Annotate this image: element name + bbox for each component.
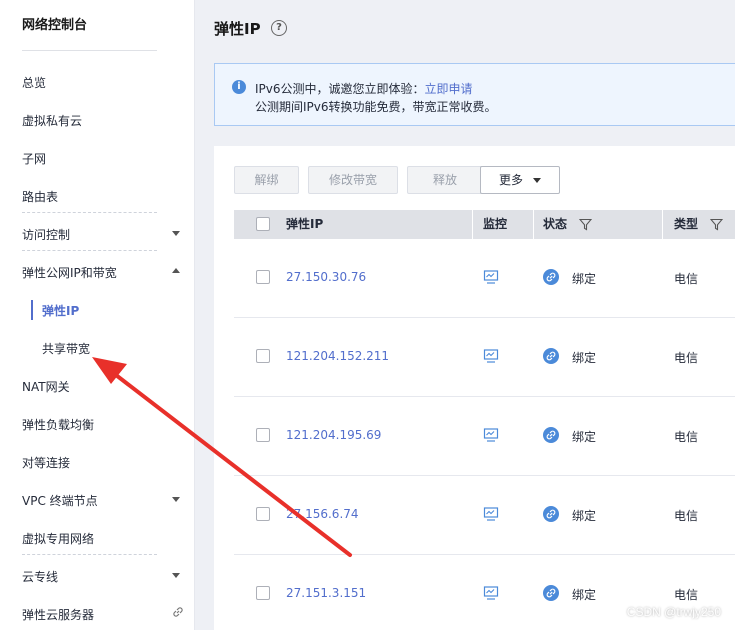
status-text: 绑定 xyxy=(572,430,597,444)
monitor-icon[interactable] xyxy=(483,506,499,522)
sidebar-item-vpc[interactable]: 虚拟私有云 xyxy=(22,112,82,129)
sidebar-item-route-table[interactable]: 路由表 xyxy=(22,188,58,205)
column-header-monitor: 监控 xyxy=(483,217,508,231)
active-indicator xyxy=(31,300,33,320)
status-text: 绑定 xyxy=(572,588,597,602)
ip-link[interactable]: 121.204.152.211 xyxy=(286,349,389,363)
release-button[interactable]: 释放 xyxy=(407,166,483,194)
bind-status-icon xyxy=(543,585,559,601)
table-header: 弹性IP 监控 状态 类型 xyxy=(234,210,735,239)
type-text: 电信 xyxy=(674,272,699,286)
table-row: 121.204.152.211 绑定 电信 xyxy=(234,318,735,397)
monitor-icon[interactable] xyxy=(483,269,499,285)
sidebar-item-overview[interactable]: 总览 xyxy=(22,74,46,91)
table-row: 121.204.195.69 绑定 电信 xyxy=(234,397,735,476)
apply-now-link[interactable]: 立即申请 xyxy=(425,82,473,96)
chevron-down-icon[interactable] xyxy=(172,573,180,578)
sidebar-item-nat-gateway[interactable]: NAT网关 xyxy=(22,378,70,395)
sidebar-item-eip-bandwidth[interactable]: 弹性公网IP和带宽 xyxy=(22,264,117,281)
column-header-ip[interactable]: 弹性IP xyxy=(286,210,323,239)
unbind-button[interactable]: 解绑 xyxy=(234,166,299,194)
row-checkbox[interactable] xyxy=(256,586,270,600)
sidebar-item-access-control[interactable]: 访问控制 xyxy=(22,226,70,243)
bind-status-icon xyxy=(543,348,559,364)
sidebar: 网络控制台 总览 虚拟私有云 子网 路由表 访问控制 弹性公网IP和带宽 弹性I… xyxy=(0,0,195,630)
more-label: 更多 xyxy=(498,173,523,187)
column-header-status: 状态 xyxy=(543,210,593,239)
divider xyxy=(22,554,157,555)
sidebar-item-subnet[interactable]: 子网 xyxy=(22,150,46,167)
row-checkbox[interactable] xyxy=(256,270,270,284)
ipv6-notice: i IPv6公测中，诚邀您立即体验：立即申请 公测期间IPv6转换功能免费，带宽… xyxy=(214,63,735,126)
divider xyxy=(22,250,157,251)
sidebar-subitem-shared-bandwidth[interactable]: 共享带宽 xyxy=(42,340,90,357)
type-text: 电信 xyxy=(674,588,699,602)
status-text: 绑定 xyxy=(572,272,597,286)
watermark: CSDN @trwjy250 xyxy=(626,605,721,619)
sidebar-subitem-eip[interactable]: 弹性IP xyxy=(42,302,79,319)
column-header-type: 类型 xyxy=(674,210,724,239)
ip-link[interactable]: 27.156.6.74 xyxy=(286,507,359,521)
filter-icon[interactable] xyxy=(710,218,724,231)
more-dropdown[interactable]: 更多 xyxy=(480,166,560,194)
sidebar-item-elb[interactable]: 弹性负载均衡 xyxy=(22,416,94,433)
divider xyxy=(22,50,157,51)
table-row: 27.150.30.76 绑定 电信 xyxy=(234,239,735,318)
chevron-down-icon[interactable] xyxy=(172,231,180,236)
eip-list-panel: 解绑 修改带宽 释放 更多 弹性IP 监控 状态 类型 27.150.30.76… xyxy=(214,146,735,630)
divider xyxy=(472,210,473,239)
sidebar-item-peering[interactable]: 对等连接 xyxy=(22,454,70,471)
console-title: 网络控制台 xyxy=(22,18,88,33)
chevron-down-icon[interactable] xyxy=(172,497,180,502)
chevron-up-icon[interactable] xyxy=(172,268,180,273)
page-title: 弹性IP xyxy=(214,20,261,38)
notice-message: IPv6公测中，诚邀您立即体验： xyxy=(255,82,425,96)
select-all-checkbox[interactable] xyxy=(256,217,270,231)
type-text: 电信 xyxy=(674,430,699,444)
bind-status-icon xyxy=(543,269,559,285)
divider xyxy=(22,212,157,213)
ip-link[interactable]: 27.150.30.76 xyxy=(286,270,366,284)
ip-link[interactable]: 27.151.3.151 xyxy=(286,586,366,600)
row-checkbox[interactable] xyxy=(256,349,270,363)
bind-status-icon xyxy=(543,506,559,522)
filter-icon[interactable] xyxy=(579,218,593,231)
ip-link[interactable]: 121.204.195.69 xyxy=(286,428,381,442)
sidebar-item-ecs[interactable]: 弹性云服务器 xyxy=(22,606,94,623)
row-checkbox[interactable] xyxy=(256,428,270,442)
divider xyxy=(533,210,534,239)
column-header-type-label: 类型 xyxy=(674,217,699,231)
status-text: 绑定 xyxy=(572,509,597,523)
link-icon[interactable] xyxy=(172,606,184,618)
divider xyxy=(662,210,663,239)
sidebar-item-direct-connect[interactable]: 云专线 xyxy=(22,568,58,585)
row-checkbox[interactable] xyxy=(256,507,270,521)
modify-bandwidth-button[interactable]: 修改带宽 xyxy=(308,166,398,194)
table-row: 27.156.6.74 绑定 电信 xyxy=(234,476,735,555)
help-icon[interactable]: ? xyxy=(271,20,287,36)
sidebar-item-vpc-endpoint[interactable]: VPC 终端节点 xyxy=(22,492,98,509)
notice-text: IPv6公测中，诚邀您立即体验：立即申请 xyxy=(255,80,473,97)
monitor-icon[interactable] xyxy=(483,585,499,601)
sidebar-item-vpn[interactable]: 虚拟专用网络 xyxy=(22,530,94,547)
bind-status-icon xyxy=(543,427,559,443)
chevron-down-icon xyxy=(533,178,541,183)
type-text: 电信 xyxy=(674,509,699,523)
monitor-icon[interactable] xyxy=(483,348,499,364)
column-header-status-label: 状态 xyxy=(543,217,568,231)
notice-subtext: 公测期间IPv6转换功能免费，带宽正常收费。 xyxy=(255,100,497,114)
monitor-icon[interactable] xyxy=(483,427,499,443)
status-text: 绑定 xyxy=(572,351,597,365)
type-text: 电信 xyxy=(674,351,699,365)
info-icon: i xyxy=(232,80,246,94)
